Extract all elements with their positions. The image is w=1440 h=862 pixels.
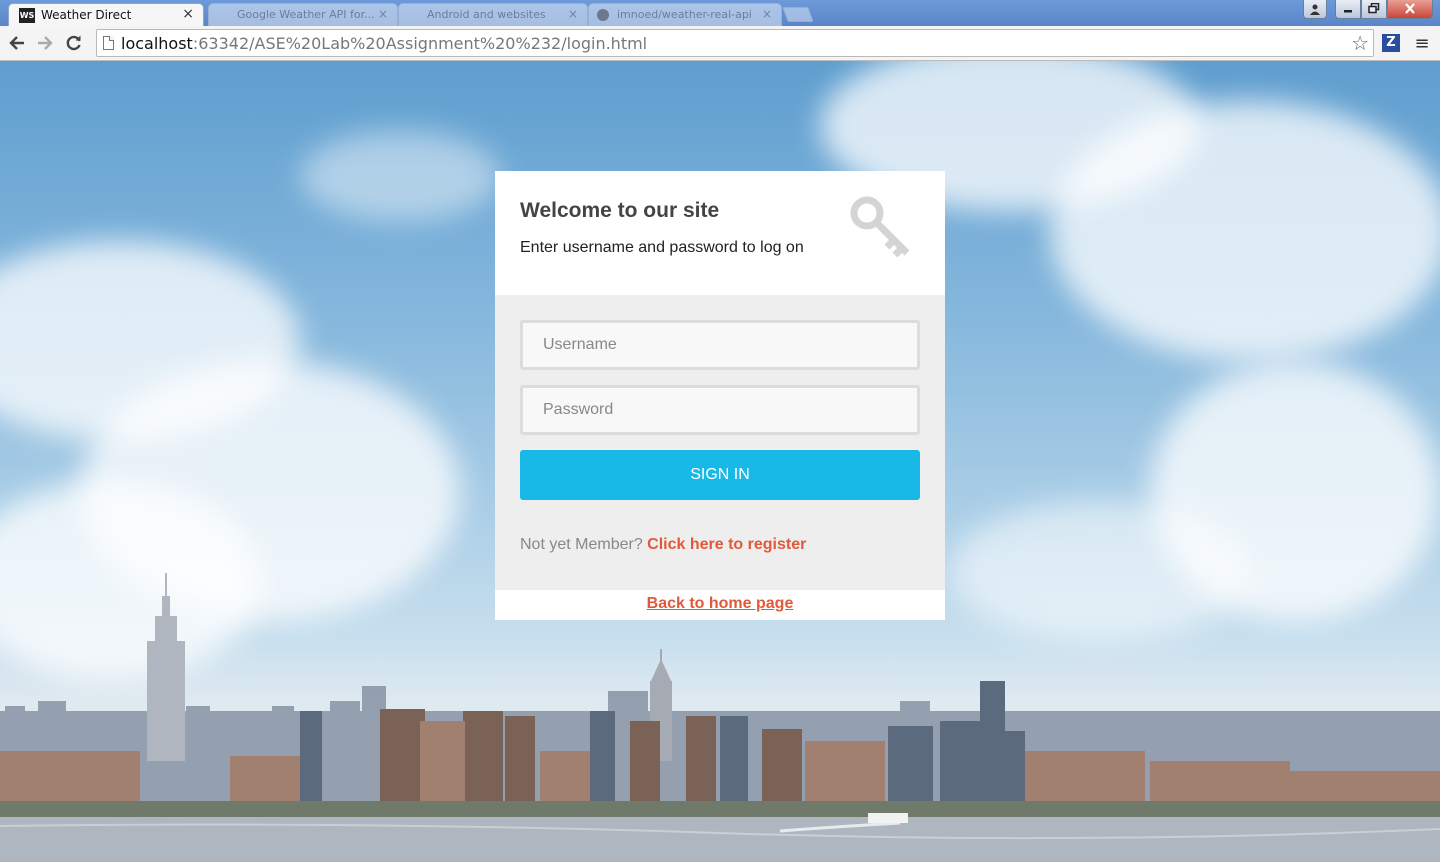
reload-icon[interactable] — [62, 31, 86, 55]
back-arrow-icon[interactable] — [5, 31, 29, 55]
menu-icon[interactable]: ≡ — [1413, 33, 1431, 54]
tab-close-icon[interactable]: × — [568, 7, 578, 21]
tab-inactive-2[interactable]: Android and websites × — [398, 3, 588, 26]
webstorm-favicon-icon: WS — [19, 8, 35, 23]
register-prompt: Not yet Member? Click here to register — [520, 536, 806, 554]
address-bar[interactable]: localhost:63342/ASE%20Lab%20Assignment%2… — [96, 29, 1374, 57]
tab-close-icon[interactable]: × — [182, 6, 194, 22]
member-prompt-text: Not yet Member? — [520, 536, 643, 553]
tab-inactive-3[interactable]: imnoed/weather-real-api × — [588, 3, 782, 26]
tab-close-icon[interactable]: × — [762, 7, 772, 21]
tab-title: Google Weather API for... — [237, 8, 375, 21]
new-tab-button[interactable] — [782, 7, 814, 22]
forward-arrow-icon[interactable] — [33, 31, 57, 55]
sign-in-button[interactable]: SIGN IN — [520, 450, 920, 500]
register-link[interactable]: Click here to register — [647, 536, 806, 553]
login-form: SIGN IN Not yet Member? Click here to re… — [495, 295, 945, 590]
minimize-icon[interactable] — [1335, 0, 1361, 19]
url-text: localhost:63342/ASE%20Lab%20Assignment%2… — [121, 34, 647, 53]
tab-title: Weather Direct — [41, 8, 132, 22]
login-subtitle: Enter username and password to log on — [520, 239, 804, 256]
tab-weather-direct[interactable]: WS Weather Direct × — [8, 3, 204, 26]
user-icon[interactable] — [1303, 0, 1327, 19]
maximize-icon[interactable] — [1361, 0, 1387, 19]
github-favicon-icon — [597, 9, 609, 21]
tab-title: Android and websites — [427, 8, 546, 21]
username-input[interactable] — [520, 320, 920, 370]
tab-close-icon[interactable]: × — [378, 7, 388, 21]
login-header: Welcome to our site Enter username and p… — [495, 171, 945, 295]
page-title: Welcome to our site — [520, 199, 720, 222]
page-icon — [103, 36, 114, 50]
login-footer: Back to home page — [495, 590, 945, 620]
key-icon — [850, 196, 910, 258]
star-icon[interactable]: ☆ — [1351, 31, 1369, 55]
close-icon[interactable] — [1387, 0, 1433, 19]
tab-inactive-1[interactable]: Google Weather API for... × — [208, 3, 398, 26]
login-panel: Welcome to our site Enter username and p… — [495, 171, 945, 620]
url-host: localhost — [121, 34, 193, 53]
url-path: :63342/ASE%20Lab%20Assignment%20%232/log… — [192, 34, 648, 53]
zotero-extension-icon[interactable]: Z — [1382, 34, 1400, 52]
tab-title: imnoed/weather-real-api — [617, 8, 752, 21]
page-background: Welcome to our site Enter username and p… — [0, 61, 1440, 862]
back-to-home-link[interactable]: Back to home page — [647, 595, 794, 613]
password-input[interactable] — [520, 385, 920, 435]
tab-strip: WS Weather Direct × Google Weather API f… — [0, 0, 1440, 26]
browser-toolbar: localhost:63342/ASE%20Lab%20Assignment%2… — [0, 26, 1440, 61]
